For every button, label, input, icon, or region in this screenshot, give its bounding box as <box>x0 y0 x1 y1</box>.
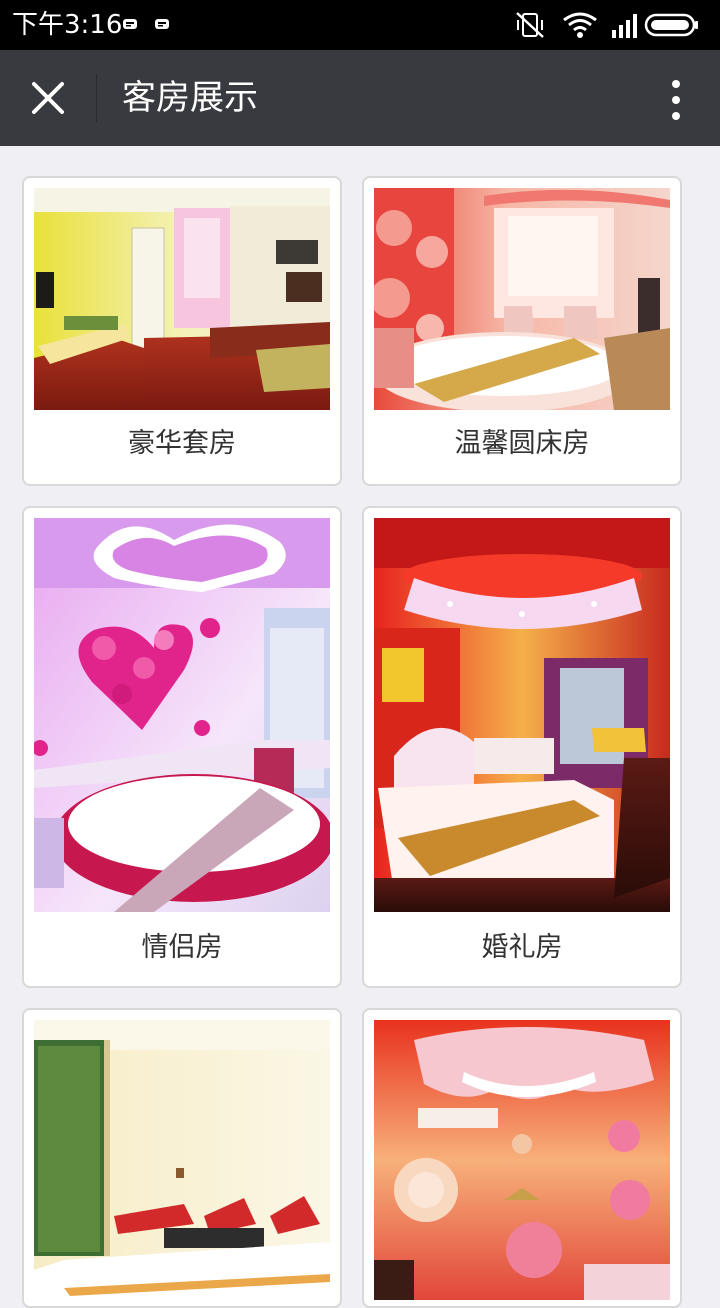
title-divider <box>96 74 97 122</box>
room-photo <box>34 518 330 912</box>
status-bar: 下午3:16 <box>0 0 720 50</box>
close-button[interactable] <box>14 64 82 132</box>
vibrate-off-icon <box>516 12 544 38</box>
notification-icon <box>123 19 137 29</box>
room-card[interactable] <box>362 1008 682 1308</box>
status-time: 下午3:16 <box>12 10 123 40</box>
signal-icon <box>612 14 637 38</box>
room-photo <box>374 188 670 410</box>
room-photo <box>374 1020 670 1300</box>
page-title: 客房展示 <box>122 78 258 118</box>
room-photo <box>374 518 670 912</box>
room-name: 豪华套房 <box>128 428 236 459</box>
room-name: 温馨圆床房 <box>454 428 590 459</box>
more-button[interactable] <box>652 66 700 130</box>
room-card-wedding[interactable]: 婚礼房 <box>362 506 682 988</box>
room-card-round-bed[interactable]: 温馨圆床房 <box>362 176 682 486</box>
room-card-deluxe-suite[interactable]: 豪华套房 <box>22 176 342 486</box>
room-card[interactable] <box>22 1008 342 1308</box>
title-bar: 客房展示 <box>0 50 720 146</box>
room-name: 婚礼房 <box>481 932 563 963</box>
room-card-couple[interactable]: 情侣房 <box>22 506 342 988</box>
room-photo <box>34 1020 330 1300</box>
more-vertical-icon-dot <box>672 96 680 104</box>
more-vertical-icon <box>672 80 680 88</box>
room-name: 情侣房 <box>141 932 223 963</box>
room-photo <box>34 188 330 410</box>
battery-icon <box>644 13 698 37</box>
more-vertical-icon-dot <box>672 112 680 120</box>
wifi-icon <box>563 12 597 38</box>
close-icon <box>32 82 64 114</box>
notification-icon <box>155 19 169 29</box>
